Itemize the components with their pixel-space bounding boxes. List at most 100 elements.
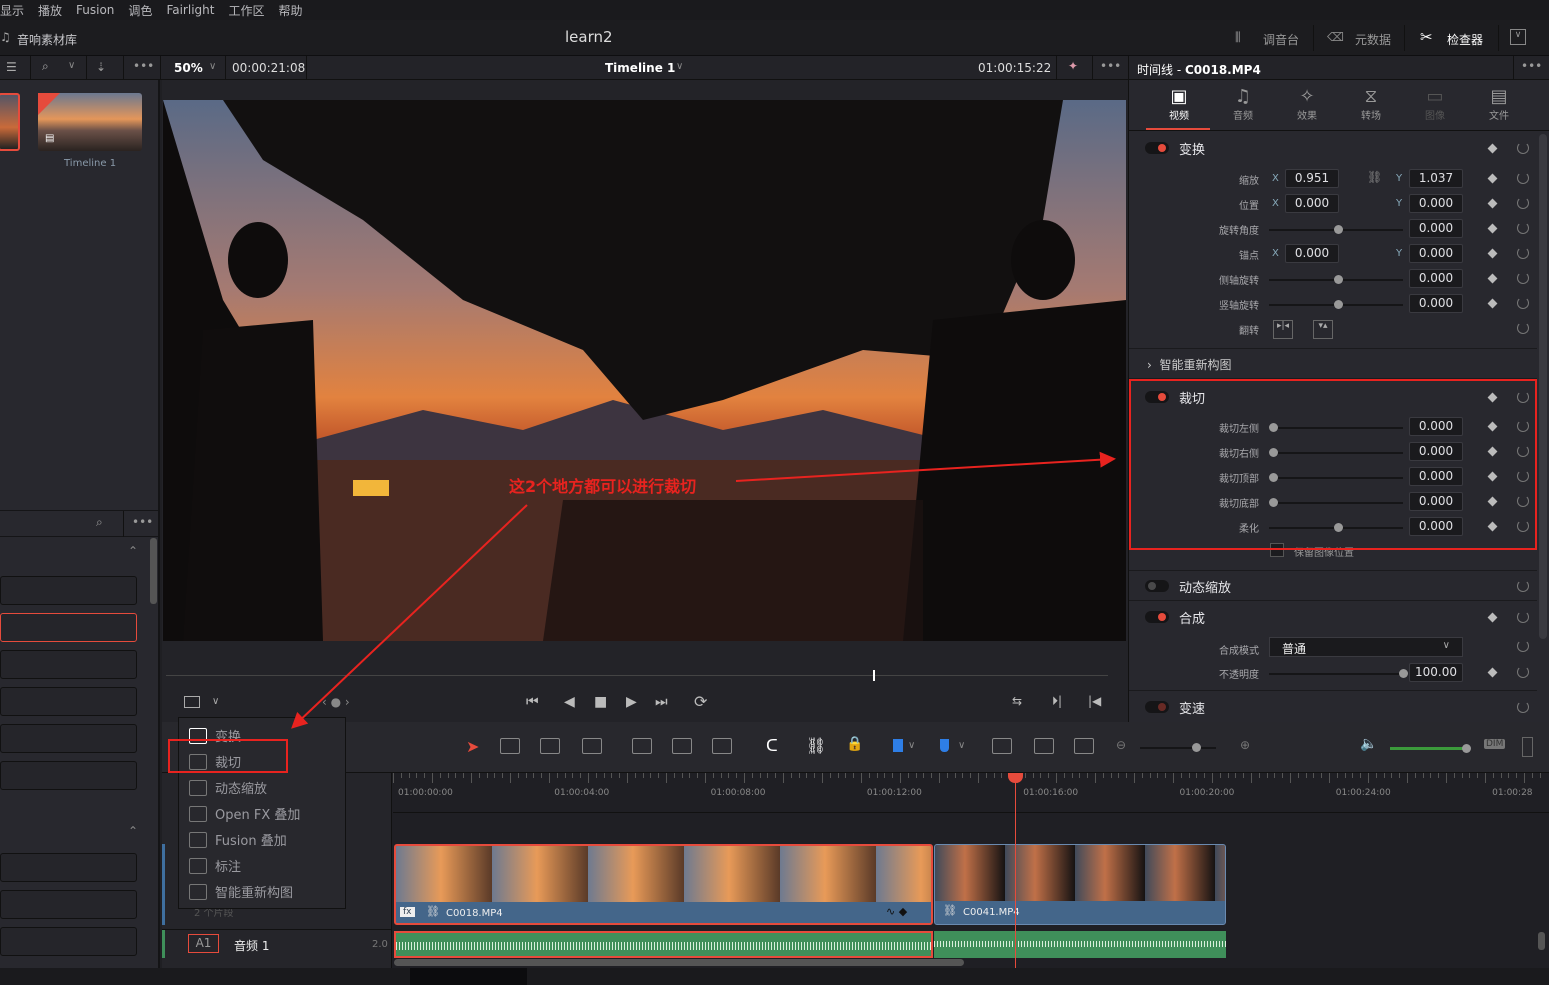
zoom-full-icon[interactable] <box>992 738 1012 754</box>
reset-icon[interactable] <box>1517 247 1529 259</box>
reset-icon[interactable] <box>1517 640 1529 652</box>
enable-toggle[interactable] <box>1145 701 1169 713</box>
keyframe-icon[interactable] <box>1487 298 1498 309</box>
play-reverse-icon[interactable]: ◀ <box>564 694 575 710</box>
timeline-select[interactable]: Timeline 1 <box>605 61 675 75</box>
section-inspector.dynamic_zoom[interactable]: 动态缩放 <box>1129 577 1537 597</box>
volume-icon[interactable]: 🔈 <box>1360 736 1377 752</box>
chevron-down-icon[interactable]: ∨ <box>68 60 75 71</box>
value-field[interactable]: 100.00 <box>1409 663 1463 682</box>
dim-button[interactable]: DIM <box>1484 739 1506 749</box>
enable-toggle[interactable] <box>1145 611 1169 623</box>
chevron-down-icon[interactable]: ∨ <box>212 696 219 707</box>
go-to-start-icon[interactable]: ⏮ <box>526 694 539 710</box>
x-field[interactable]: 0.000 <box>1285 194 1339 213</box>
menu-item-4[interactable]: Fusion 叠加 <box>189 830 287 849</box>
flip-vertical-icon[interactable]: ▾▴ <box>1313 320 1333 339</box>
value-field[interactable]: 0.000 <box>1409 219 1463 238</box>
menu-item-6[interactable]: 智能重新构图 <box>189 882 293 901</box>
sound-library-button[interactable]: 音响素材库 <box>17 31 77 48</box>
link-icon[interactable]: ⛓ <box>806 736 826 755</box>
inspector-scrollbar[interactable] <box>1539 134 1547 639</box>
expand-chevron-icon[interactable]: ∨ <box>1510 29 1526 45</box>
video-clip-c0041[interactable]: ⛓ C0041.MP4 <box>934 844 1226 925</box>
param-slider[interactable] <box>1269 669 1408 678</box>
tab-3[interactable]: ⧖ 转场 <box>1341 86 1401 122</box>
param-slider[interactable] <box>1269 225 1403 234</box>
audio-track-id[interactable]: A1 <box>188 934 219 953</box>
enable-toggle[interactable] <box>1145 142 1169 154</box>
volume-slider[interactable] <box>1390 744 1471 753</box>
section-inspector.speed[interactable]: 变速 <box>1129 698 1537 718</box>
reset-icon[interactable] <box>1517 142 1529 154</box>
zoom-out-icon[interactable]: ⊖ <box>1116 738 1126 752</box>
menu-fusion[interactable]: Fusion <box>76 3 114 17</box>
scrubber-bar[interactable] <box>166 675 1108 676</box>
list-item[interactable] <box>0 576 137 605</box>
list-view-icon[interactable]: ☰ <box>6 60 17 74</box>
value-field[interactable]: 0.000 <box>1409 194 1463 213</box>
chevron-down-icon[interactable]: ∨ <box>908 740 915 751</box>
menu-item-2[interactable]: 动态缩放 <box>189 778 267 797</box>
audio-clip[interactable] <box>934 931 1226 958</box>
sort-icon[interactable]: ⇣ <box>96 60 106 74</box>
reset-icon[interactable] <box>1517 272 1529 284</box>
zoom-select[interactable]: 50% <box>174 61 203 75</box>
chevron-down-icon[interactable]: ∨ <box>676 61 683 72</box>
reset-icon[interactable] <box>1517 172 1529 184</box>
value-field[interactable]: 0.000 <box>1409 294 1463 313</box>
blade-tool-icon[interactable] <box>582 738 602 754</box>
snapping-icon[interactable]: ᑕ <box>766 736 778 755</box>
keyframe-icon[interactable] <box>1487 667 1498 678</box>
chevron-down-icon[interactable]: ∨ <box>958 740 965 751</box>
reset-icon[interactable] <box>1517 297 1529 309</box>
timeline-ruler[interactable]: 01:00:00:00 01:00:04:00 01:00:08:00 01:00:1… <box>393 773 1549 813</box>
stop-icon[interactable]: ■ <box>594 694 607 710</box>
zoom-detail-icon[interactable] <box>1034 738 1054 754</box>
prev-edit-icon[interactable]: |◀ <box>1088 694 1101 708</box>
menu-item-3[interactable]: Open FX 叠加 <box>189 804 300 823</box>
list-item[interactable] <box>0 724 137 753</box>
reset-icon[interactable] <box>1517 197 1529 209</box>
loop-icon[interactable]: ⟳ <box>694 692 707 711</box>
x-field[interactable]: 0.000 <box>1285 244 1339 263</box>
param-slider[interactable] <box>1269 300 1403 309</box>
chevron-down-icon[interactable]: ∨ <box>209 61 216 72</box>
video-clip-c0018[interactable]: fx ⛓ C0018.MP4 ∿ ◆ <box>394 844 933 925</box>
overwrite-clip-icon[interactable] <box>672 738 692 754</box>
audio-clip[interactable] <box>394 931 933 958</box>
timeline-playhead[interactable] <box>1015 773 1016 968</box>
smart-reframe-section[interactable]: › 智能重新构图 <box>1147 356 1231 373</box>
search-icon[interactable]: ⌕ <box>96 515 103 530</box>
inspector-button[interactable]: 检查器 <box>1447 31 1483 48</box>
menu-workspace[interactable]: 工作区 <box>228 2 264 19</box>
selection-tool-icon[interactable]: ➤ <box>466 737 479 756</box>
reset-icon[interactable] <box>1517 666 1529 678</box>
tab-0[interactable]: ▣ 视频 <box>1149 86 1209 122</box>
list-item[interactable] <box>0 890 137 919</box>
scrollbar[interactable] <box>150 538 157 604</box>
dynamic-trim-icon[interactable] <box>540 738 560 754</box>
metadata-button[interactable]: 元数据 <box>1355 31 1391 48</box>
section-inspector.transform.title[interactable]: 变换 <box>1129 139 1537 159</box>
timeline-thumbnail[interactable]: ▤ <box>38 93 142 151</box>
menu-fairlight[interactable]: Fairlight <box>166 3 214 17</box>
reset-icon[interactable] <box>1517 701 1529 713</box>
edit-page-tab[interactable] <box>410 968 527 985</box>
more-options-icon[interactable]: ••• <box>1521 59 1542 73</box>
list-item[interactable] <box>0 853 137 882</box>
keyframe-icon[interactable] <box>1487 143 1498 154</box>
list-item[interactable] <box>0 761 137 790</box>
value-field[interactable]: 0.000 <box>1409 244 1463 263</box>
replace-clip-icon[interactable] <box>712 738 732 754</box>
menu-help[interactable]: 帮助 <box>278 2 302 19</box>
search-icon[interactable]: ⌕ <box>42 59 49 74</box>
composite-mode-select[interactable]: 普通 ∨ <box>1269 637 1463 657</box>
lock-icon[interactable]: 🔒 <box>846 736 863 752</box>
value-field[interactable]: 0.000 <box>1409 269 1463 288</box>
list-item[interactable] <box>0 613 137 642</box>
collapse-icon[interactable]: ⌃ <box>128 544 138 558</box>
keyframe-icon[interactable] <box>1487 612 1498 623</box>
keyframe-icon[interactable] <box>1487 248 1498 259</box>
zoom-custom-icon[interactable] <box>1074 738 1094 754</box>
